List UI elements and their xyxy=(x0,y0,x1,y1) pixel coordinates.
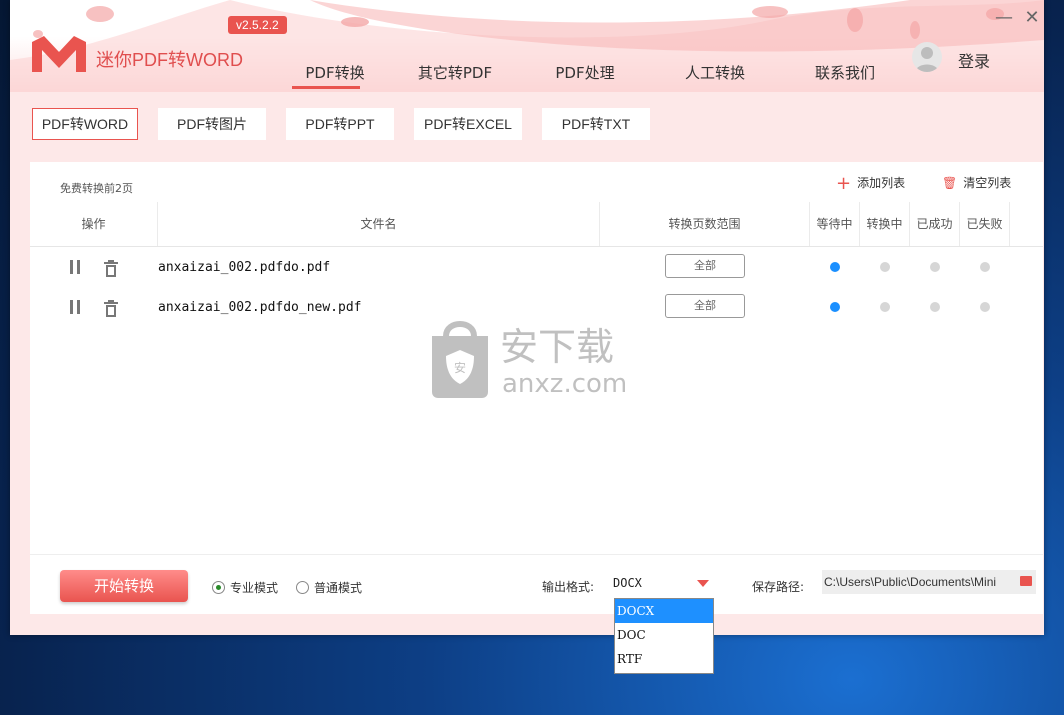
version-badge: v2.5.2.2 xyxy=(228,16,287,34)
save-path-value: C:\Users\Public\Documents\Mini xyxy=(824,575,997,589)
output-format-select[interactable]: DOCX xyxy=(613,572,713,594)
dropdown-arrow-icon xyxy=(697,580,709,587)
subtab-pdf-to-ppt[interactable]: PDF转PPT xyxy=(286,108,394,140)
nav-tab-other-to-pdf[interactable]: 其它转PDF xyxy=(390,62,520,89)
nav-tab-pdf-convert[interactable]: PDF转换 xyxy=(280,62,390,89)
output-format-label: 输出格式: xyxy=(542,580,595,594)
header-success: 已成功 xyxy=(910,202,960,246)
minimize-button[interactable]: — xyxy=(994,8,1014,28)
status-waiting-dot xyxy=(830,302,840,312)
trash-icon: 🗑 xyxy=(942,176,958,190)
clear-list-label: 清空列表 xyxy=(963,176,1012,190)
file-name: anxaizai_002.pdfdo.pdf xyxy=(158,260,331,275)
app-window: 迷你PDF转WORD v2.5.2.2 PDF转换 其它转PDF PDF处理 人… xyxy=(10,0,1044,635)
save-path-label: 保存路径: xyxy=(752,580,805,594)
add-list-label: 添加列表 xyxy=(857,176,906,190)
dropdown-option-doc[interactable]: DOC xyxy=(615,623,713,647)
login-link[interactable]: 登录 xyxy=(958,48,990,72)
delete-icon[interactable] xyxy=(102,260,120,278)
subtab-pdf-to-excel[interactable]: PDF转EXCEL xyxy=(414,108,522,140)
dropdown-option-docx[interactable]: DOCX xyxy=(615,599,713,623)
mode-pro-label: 专业模式 xyxy=(230,581,279,595)
mode-normal-label: 普通模式 xyxy=(314,581,363,595)
output-format-dropdown: DOCX DOC RTF xyxy=(614,598,714,674)
file-list-panel: 免费转换前2页 + 添加列表 🗑 清空列表 操作 文件名 转换页数范围 等待中 转换… xyxy=(30,162,1043,614)
watermark-url: anxz.com xyxy=(502,369,627,399)
start-convert-button[interactable]: 开始转换 xyxy=(60,570,188,602)
table-row: anxaizai_002.pdfdo.pdf 全部 xyxy=(30,248,1043,288)
status-success-dot xyxy=(930,302,940,312)
mode-pro-radio[interactable]: 专业模式 xyxy=(212,579,278,596)
radio-unchecked-icon xyxy=(296,581,309,594)
close-button[interactable]: ✕ xyxy=(1022,8,1042,28)
title-bar: 迷你PDF转WORD v2.5.2.2 PDF转换 其它转PDF PDF处理 人… xyxy=(10,0,1044,92)
dropdown-option-rtf[interactable]: RTF xyxy=(615,647,713,671)
page-range-button[interactable]: 全部 xyxy=(665,294,745,318)
header-ops: 操作 xyxy=(30,202,158,246)
watermark-badge: 安 xyxy=(454,360,466,375)
nav-tab-manual-convert[interactable]: 人工转换 xyxy=(650,62,780,89)
header-waiting: 等待中 xyxy=(810,202,860,246)
output-format-value: DOCX xyxy=(613,576,642,590)
clear-list-button[interactable]: 🗑 清空列表 xyxy=(942,174,1011,191)
status-failed-dot xyxy=(980,262,990,272)
folder-icon[interactable] xyxy=(1020,576,1032,586)
status-converting-dot xyxy=(880,302,890,312)
user-avatar-icon[interactable] xyxy=(912,42,942,72)
subtab-pdf-to-image[interactable]: PDF转图片 xyxy=(158,108,266,140)
pause-icon[interactable] xyxy=(68,300,82,314)
status-failed-dot xyxy=(980,302,990,312)
mode-normal-radio[interactable]: 普通模式 xyxy=(296,579,362,596)
page-range-button[interactable]: 全部 xyxy=(665,254,745,278)
watermark-text: 安下载 xyxy=(500,325,614,369)
bottom-bar: 开始转换 专业模式 普通模式 输出格式: DOCX 保存路径: C:\Users… xyxy=(30,554,1043,615)
subtab-pdf-to-txt[interactable]: PDF转TXT xyxy=(542,108,650,140)
status-waiting-dot xyxy=(830,262,840,272)
nav-tab-contact[interactable]: 联系我们 xyxy=(780,62,910,89)
pause-icon[interactable] xyxy=(68,260,82,274)
app-title: 迷你PDF转WORD xyxy=(96,50,243,70)
header-filename: 文件名 xyxy=(158,202,600,246)
status-converting-dot xyxy=(880,262,890,272)
subtab-pdf-to-word[interactable]: PDF转WORD xyxy=(32,108,138,140)
header-converting: 转换中 xyxy=(860,202,910,246)
nav-tab-pdf-process[interactable]: PDF处理 xyxy=(520,62,650,89)
free-pages-note: 免费转换前2页 xyxy=(60,182,133,195)
table-header: 操作 文件名 转换页数范围 等待中 转换中 已成功 已失败 xyxy=(30,202,1043,247)
main-nav: PDF转换 其它转PDF PDF处理 人工转换 联系我们 xyxy=(280,62,910,89)
plus-icon: + xyxy=(836,173,852,194)
app-logo xyxy=(32,36,86,72)
header-failed: 已失败 xyxy=(960,202,1010,246)
file-name: anxaizai_002.pdfdo_new.pdf xyxy=(158,300,362,315)
save-path-field[interactable]: C:\Users\Public\Documents\Mini xyxy=(822,570,1036,594)
radio-checked-icon xyxy=(212,581,225,594)
sub-tabs: PDF转WORD PDF转图片 PDF转PPT PDF转EXCEL PDF转TX… xyxy=(32,108,650,140)
add-list-button[interactable]: + 添加列表 xyxy=(836,173,905,194)
watermark: 安 安下载 anxz.com xyxy=(432,321,627,399)
delete-icon[interactable] xyxy=(102,300,120,318)
status-success-dot xyxy=(930,262,940,272)
header-range: 转换页数范围 xyxy=(600,202,810,246)
